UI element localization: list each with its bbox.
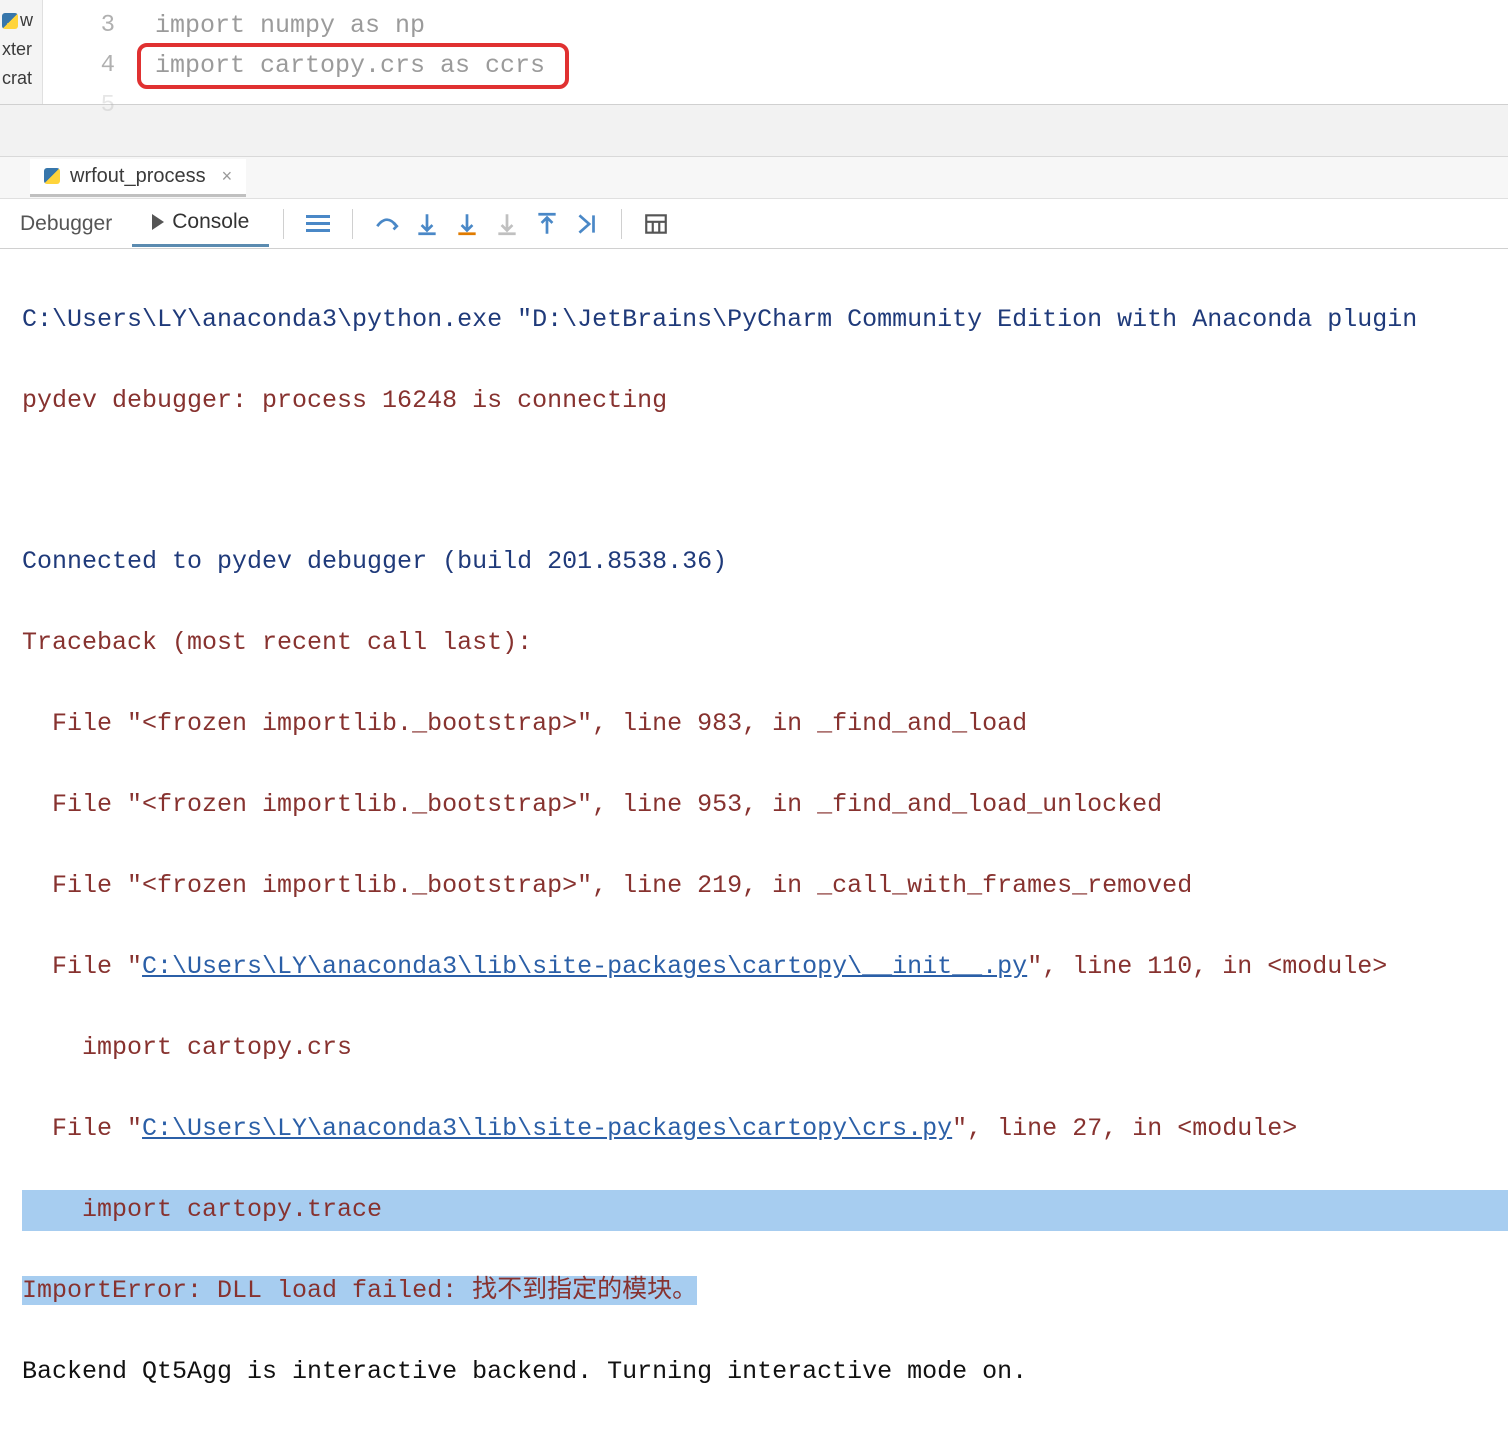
console-line-highlighted: import cartopy.trace	[22, 1190, 1508, 1231]
breadcrumb-bar	[0, 105, 1508, 157]
step-into-icon[interactable]	[407, 204, 447, 244]
separator	[621, 209, 622, 239]
console-line-highlighted: ImportError: DLL load failed: 找不到指定的模块。	[22, 1271, 1508, 1312]
line-number: 3	[43, 6, 115, 46]
side-tab[interactable]: crat	[0, 64, 42, 93]
side-tab[interactable]: xter	[0, 35, 42, 64]
console-line: Backend Qt5Agg is interactive backend. T…	[22, 1352, 1508, 1393]
step-into-my-code-icon[interactable]	[447, 204, 487, 244]
separator	[283, 209, 284, 239]
file-link[interactable]: C:\Users\LY\anaconda3\lib\site-packages\…	[142, 952, 1027, 981]
console-line: File "<frozen importlib._bootstrap>", li…	[22, 704, 1508, 745]
layout-settings-icon[interactable]	[298, 204, 338, 244]
step-out-icon[interactable]	[527, 204, 567, 244]
close-icon[interactable]: ×	[222, 166, 233, 187]
tab-debugger[interactable]: Debugger	[0, 202, 132, 246]
tab-console-label: Console	[172, 210, 249, 234]
run-tabs-row: wrfout_process ×	[0, 157, 1508, 199]
side-file-tabs: w xter crat	[0, 0, 43, 104]
evaluate-expression-icon[interactable]	[636, 204, 676, 244]
console-line: File "<frozen importlib._bootstrap>", li…	[22, 866, 1508, 907]
console-line: pydev debugger: process 16248 is connect…	[22, 381, 1508, 422]
console-line: Traceback (most recent call last):	[22, 623, 1508, 664]
code-line[interactable]: import numpy as np	[143, 6, 1508, 46]
separator	[352, 209, 353, 239]
step-over-icon[interactable]	[367, 204, 407, 244]
debug-toolbar: Debugger Console	[0, 199, 1508, 249]
console-line: File "C:\Users\LY\anaconda3\lib\site-pac…	[22, 947, 1508, 988]
console-line: C:\Users\LY\anaconda3\python.exe "D:\Jet…	[22, 300, 1508, 341]
code-editor[interactable]: import numpy as np import cartopy.crs as…	[143, 0, 1508, 104]
console-line: File "C:\Users\LY\anaconda3\lib\site-pac…	[22, 1109, 1508, 1150]
run-to-cursor-icon[interactable]	[567, 204, 607, 244]
editor-pane: w xter crat 3 4 5 import numpy as np imp…	[0, 0, 1508, 105]
code-line[interactable]: import cartopy.crs as ccrs	[143, 46, 1508, 86]
console-line: Connected to pydev debugger (build 201.8…	[22, 542, 1508, 583]
console-line: import cartopy.crs	[22, 1028, 1508, 1069]
line-number: 4	[43, 46, 115, 86]
python-file-icon	[2, 13, 18, 29]
file-link[interactable]: C:\Users\LY\anaconda3\lib\site-packages\…	[142, 1114, 952, 1143]
console-output[interactable]: C:\Users\LY\anaconda3\python.exe "D:\Jet…	[0, 249, 1508, 1433]
run-config-label: wrfout_process	[70, 165, 206, 188]
line-number: 5	[43, 86, 115, 126]
console-blank	[22, 462, 1508, 502]
console-line: File "<frozen importlib._bootstrap>", li…	[22, 785, 1508, 826]
python-file-icon	[44, 168, 60, 184]
side-tab[interactable]: w	[0, 6, 42, 35]
tab-console[interactable]: Console	[132, 200, 269, 247]
play-icon	[152, 214, 164, 230]
force-step-into-icon[interactable]	[487, 204, 527, 244]
run-config-tab[interactable]: wrfout_process ×	[30, 159, 246, 197]
line-number-gutter: 3 4 5	[43, 0, 143, 104]
